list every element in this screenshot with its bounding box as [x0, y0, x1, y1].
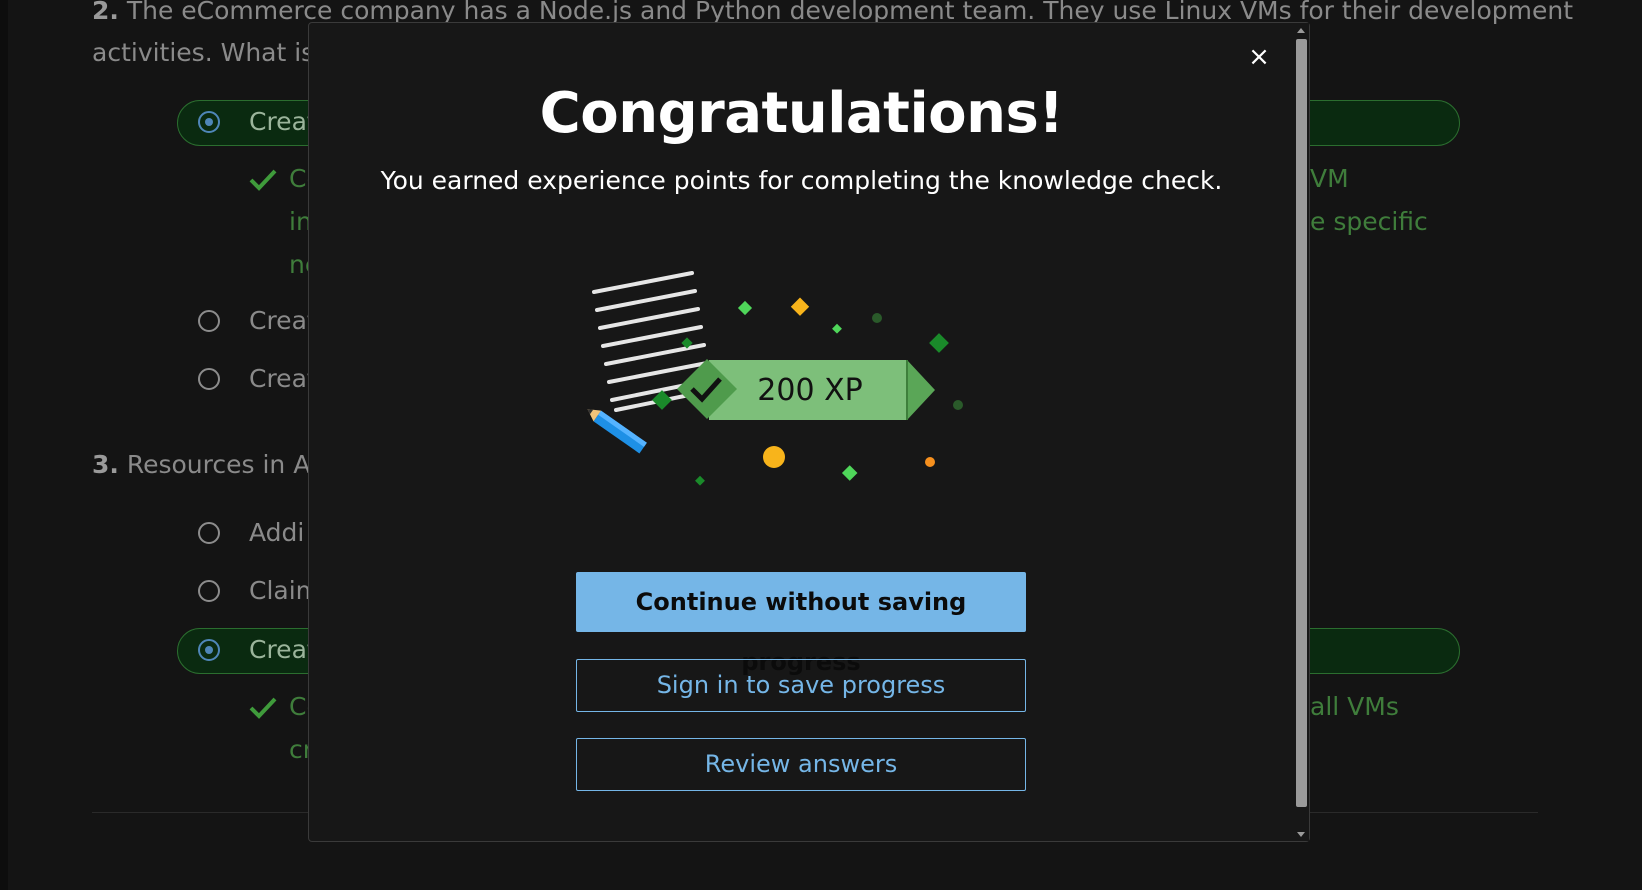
q2-feedback-right-1: VM: [1310, 164, 1349, 193]
q2-option-3: Creat: [249, 364, 317, 393]
q3-option-1: Addi: [249, 518, 305, 547]
radio-unselected[interactable]: [198, 580, 220, 602]
review-answers-button[interactable]: Review answers: [576, 738, 1026, 791]
question-3: 3. Resources in Azu: [92, 450, 340, 479]
scroll-up-icon[interactable]: [1297, 28, 1305, 33]
radio-selected[interactable]: [198, 111, 220, 133]
check-icon: [249, 697, 277, 719]
q3-feedback-right-1: all VMs: [1310, 692, 1399, 721]
close-button[interactable]: ×: [1245, 43, 1273, 71]
radio-unselected[interactable]: [198, 522, 220, 544]
dialog-scrollbar[interactable]: [1294, 23, 1309, 841]
q2-option-2: Creat: [249, 306, 317, 335]
scroll-down-icon[interactable]: [1297, 832, 1305, 837]
continue-without-saving-button[interactable]: Continue without saving progress: [576, 572, 1026, 676]
scroll-thumb[interactable]: [1296, 39, 1307, 807]
radio-unselected[interactable]: [198, 310, 220, 332]
question-2-line2: activities. What is t: [92, 38, 332, 67]
congratulations-dialog: × Congratulations! You earned experience…: [308, 22, 1310, 842]
q2-option-1: Creat: [249, 107, 317, 136]
close-icon: ×: [1248, 42, 1270, 72]
xp-badge-illustration: 200 XP: [587, 271, 963, 486]
dialog-title: Congratulations!: [539, 81, 1064, 146]
q3-option-3: Creat: [249, 635, 317, 664]
check-icon: [249, 169, 277, 191]
xp-label: 200 XP: [757, 373, 862, 408]
q2-feedback-right-2: e specific: [1310, 207, 1428, 236]
sign-in-button[interactable]: Sign in to save progress: [576, 659, 1026, 712]
dialog-subtitle: You earned experience points for complet…: [380, 166, 1223, 195]
radio-unselected[interactable]: [198, 368, 220, 390]
radio-selected[interactable]: [198, 639, 220, 661]
xp-badge: 200 XP: [677, 359, 935, 420]
